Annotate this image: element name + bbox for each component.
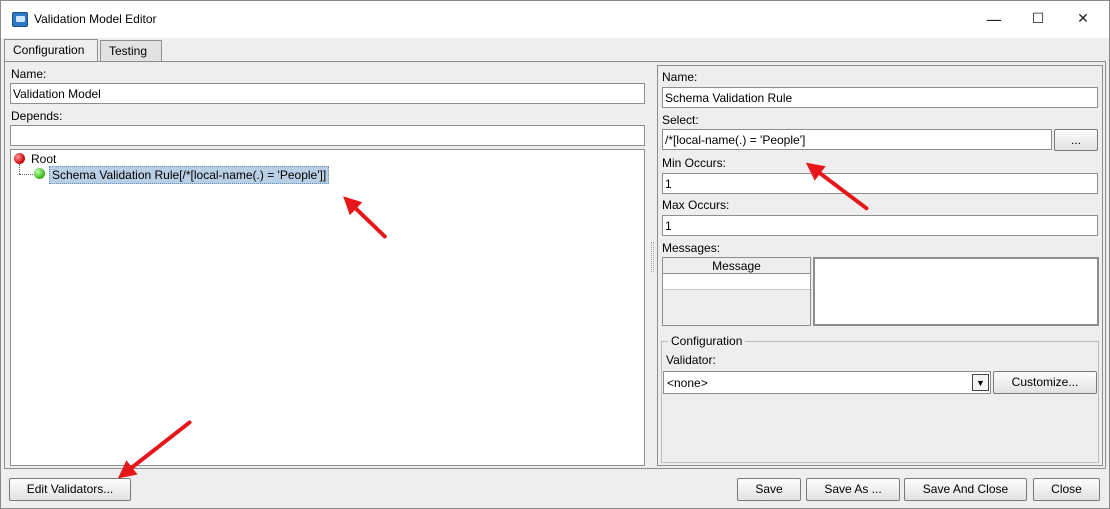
validator-label: Validator: bbox=[666, 353, 716, 367]
customize-button[interactable]: Customize... bbox=[993, 371, 1097, 394]
select-xpath-input[interactable]: /*[local-name(.) = 'People'] bbox=[662, 129, 1052, 150]
split-pane-divider[interactable] bbox=[651, 242, 654, 272]
configuration-group: Configuration Validator: <none> ▼ Custom… bbox=[661, 334, 1099, 463]
save-and-close-button[interactable]: Save And Close bbox=[904, 478, 1027, 501]
model-name-input[interactable]: Validation Model bbox=[10, 83, 645, 104]
messages-label: Messages: bbox=[662, 241, 721, 255]
save-as-button[interactable]: Save As ... bbox=[806, 478, 900, 501]
validator-select[interactable]: <none> ▼ bbox=[663, 371, 991, 394]
chevron-down-icon[interactable]: ▼ bbox=[972, 374, 989, 391]
save-button[interactable]: Save bbox=[737, 478, 801, 501]
configuration-panel: Name: Validation Model Depends: Root Sch… bbox=[4, 61, 1106, 469]
tab-label: Configuration bbox=[13, 43, 85, 57]
title-bar: Validation Model Editor — ☐ ✕ bbox=[1, 1, 1109, 38]
rule-name-input[interactable]: Schema Validation Rule bbox=[662, 87, 1098, 108]
configuration-group-title: Configuration bbox=[668, 334, 746, 348]
message-text-area[interactable] bbox=[813, 257, 1099, 326]
max-occurs-input[interactable]: 1 bbox=[662, 215, 1098, 236]
validator-selected-value: <none> bbox=[667, 376, 708, 390]
select-label: Select: bbox=[662, 113, 699, 127]
depends-label: Depends: bbox=[11, 109, 63, 123]
model-name-label: Name: bbox=[11, 67, 47, 81]
browse-button[interactable]: ... bbox=[1054, 129, 1098, 151]
app-icon bbox=[12, 12, 28, 27]
window-title: Validation Model Editor bbox=[34, 12, 157, 26]
tree-connector bbox=[19, 164, 20, 174]
rule-node-icon bbox=[34, 168, 45, 179]
rule-tree[interactable]: Root Schema Validation Rule[/*[local-nam… bbox=[10, 149, 645, 466]
maximize-button[interactable]: ☐ bbox=[1015, 1, 1061, 38]
messages-table[interactable]: Message bbox=[662, 257, 811, 326]
root-node-icon bbox=[14, 153, 25, 164]
minimize-button[interactable]: — bbox=[971, 1, 1017, 38]
tab-label: Testing bbox=[109, 44, 148, 58]
min-occurs-input[interactable]: 1 bbox=[662, 173, 1098, 194]
tree-node-root[interactable]: Root bbox=[31, 152, 56, 166]
tree-node-schema-validation-rule[interactable]: Schema Validation Rule[/*[local-name(.) … bbox=[49, 166, 330, 184]
tab-testing[interactable]: Testing bbox=[100, 40, 162, 61]
tree-connector bbox=[19, 174, 33, 175]
tab-bar: Configuration Testing bbox=[1, 38, 1109, 62]
rule-name-label: Name: bbox=[662, 70, 698, 84]
min-occurs-label: Min Occurs: bbox=[662, 156, 727, 170]
messages-column-header[interactable]: Message bbox=[663, 258, 810, 274]
close-window-button[interactable]: ✕ bbox=[1060, 1, 1106, 38]
edit-validators-button[interactable]: Edit Validators... bbox=[9, 478, 131, 501]
max-occurs-label: Max Occurs: bbox=[662, 198, 730, 212]
validation-model-editor-window: Validation Model Editor — ☐ ✕ Configurat… bbox=[0, 0, 1110, 509]
tab-configuration[interactable]: Configuration bbox=[4, 39, 98, 62]
table-row[interactable] bbox=[663, 274, 810, 290]
rule-properties-panel: Name: Schema Validation Rule Select: /*[… bbox=[657, 65, 1103, 466]
close-button[interactable]: Close bbox=[1033, 478, 1100, 501]
depends-input[interactable] bbox=[10, 125, 645, 146]
